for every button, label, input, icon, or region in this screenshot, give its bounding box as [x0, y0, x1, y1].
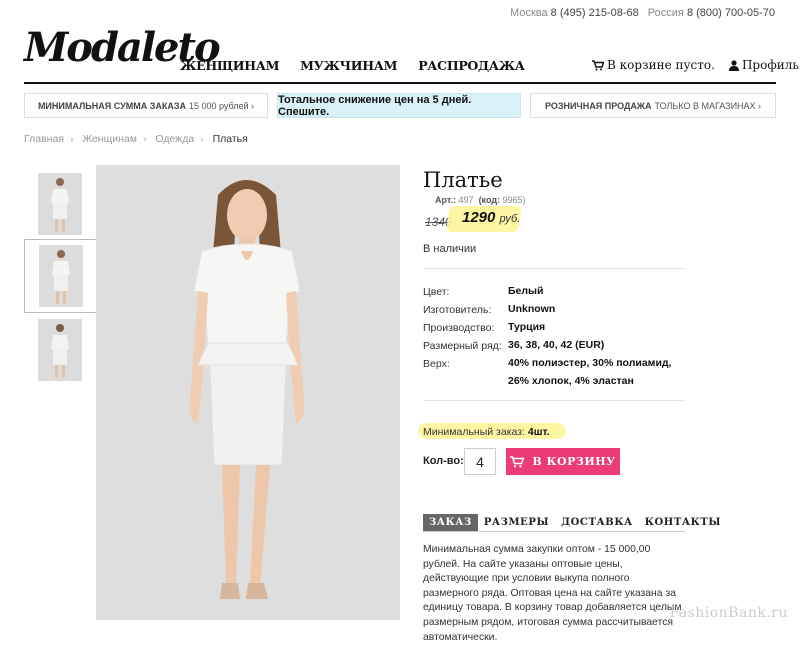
- spec-value-maker: Unknown: [508, 303, 556, 315]
- watermark: FashionBank.ru: [669, 605, 788, 621]
- code-label: (код:: [478, 195, 501, 205]
- product-main-image[interactable]: [96, 165, 400, 620]
- promo-min-sum-text: 15 000 рублей ›: [188, 100, 255, 111]
- breadcrumb-separator: ›: [142, 133, 147, 145]
- promo-sale-banner[interactable]: Тотальное снижение цен на 5 дней. Спешит…: [277, 93, 521, 118]
- spec-label-maker: Изготовитель:: [423, 304, 492, 316]
- thumbnail-image: [38, 245, 83, 307]
- header-divider: [24, 82, 776, 84]
- min-order-label: Минимальный заказ:: [423, 426, 525, 438]
- breadcrumb-separator: ›: [69, 133, 74, 145]
- product-thumbnail-2[interactable]: [24, 239, 97, 313]
- spec-value-origin: Турция: [508, 321, 546, 333]
- breadcrumb-current: Платья: [212, 133, 248, 145]
- cart-link[interactable]: В корзине пусто.: [592, 58, 715, 72]
- article-value: 497: [458, 195, 474, 205]
- quantity-input[interactable]: 4: [464, 448, 496, 475]
- product-article: Арт.: 497 (код: 9965): [435, 195, 526, 205]
- promo-retail-text: ТОЛЬКО В МАГАЗИНАХ ›: [654, 100, 762, 111]
- thumbnail-image: [38, 173, 82, 235]
- cart-icon: [510, 455, 525, 467]
- spec-value-material: 40% полиэстер, 30% полиамид,: [508, 357, 672, 369]
- russia-label: Россия: [647, 7, 684, 19]
- tab-contacts[interactable]: КОНТАКТЫ: [639, 514, 727, 531]
- quantity-label: Кол-во:: [423, 455, 464, 467]
- breadcrumb-home[interactable]: Главная: [24, 133, 64, 145]
- promo-retail-title: РОЗНИЧНАЯ ПРОДАЖА: [544, 100, 652, 111]
- article-label: Арт.:: [435, 195, 456, 205]
- nav-women[interactable]: ЖЕНЩИНАМ: [180, 58, 279, 73]
- header-user-area: В корзине пусто. Профиль: [592, 58, 799, 72]
- spec-label-color: Цвет:: [423, 286, 450, 298]
- breadcrumb-clothing[interactable]: Одежда: [155, 133, 194, 145]
- product-thumbnail-3[interactable]: [31, 313, 89, 387]
- spec-label-material: Верх:: [423, 358, 450, 370]
- spec-value-color: Белый: [508, 285, 544, 297]
- breadcrumb-women[interactable]: Женщинам: [82, 133, 137, 145]
- divider: [423, 400, 685, 401]
- price-currency: руб.: [499, 213, 521, 225]
- divider: [423, 268, 685, 269]
- product-title: Платье: [423, 168, 503, 192]
- breadcrumb-separator: ›: [200, 133, 204, 145]
- moscow-phone[interactable]: 8 (495) 215-08-68: [551, 7, 639, 19]
- spec-label-sizes: Размерный ряд:: [423, 340, 502, 352]
- tab-sizes[interactable]: РАЗМЕРЫ: [478, 514, 555, 531]
- moscow-label: Москва: [510, 7, 548, 19]
- min-order-value: 4шт.: [527, 426, 550, 438]
- spec-label-origin: Производство:: [423, 322, 495, 334]
- price-value: 1290: [462, 209, 496, 226]
- spec-value-sizes: 36, 38, 40, 42 (EUR): [508, 339, 605, 351]
- promo-min-sum[interactable]: МИНИМАЛЬНАЯ СУММА ЗАКАЗА 15 000 рублей ›: [24, 93, 268, 118]
- current-price: 1290 руб.: [462, 209, 520, 226]
- thumbnail-image: [38, 319, 82, 381]
- russia-phone[interactable]: 8 (800) 700-05-70: [687, 7, 775, 19]
- tab-content-text: Минимальная сумма закупки оптом - 15 000…: [423, 544, 682, 643]
- code-value: 9965): [502, 195, 526, 205]
- breadcrumb: Главная › Женщинам › Одежда › Платья: [24, 133, 248, 145]
- cart-status: В корзине пусто.: [607, 58, 715, 72]
- user-icon: [728, 59, 739, 71]
- promo-retail[interactable]: РОЗНИЧНАЯ ПРОДАЖА ТОЛЬКО В МАГАЗИНАХ ›: [530, 93, 776, 118]
- tab-delivery[interactable]: ДОСТАВКА: [555, 514, 639, 531]
- main-nav: ЖЕНЩИНАМ МУЖЧИНАМ РАСПРОДАЖА: [180, 58, 525, 73]
- add-to-cart-button[interactable]: В КОРЗИНУ: [506, 448, 620, 475]
- profile-label: Профиль: [741, 58, 799, 72]
- stock-status: В наличии: [423, 243, 477, 255]
- cart-icon: [592, 59, 604, 70]
- nav-men[interactable]: МУЖЧИНАМ: [300, 58, 397, 73]
- spec-value-material-cont: 26% хлопок, 4% эластан: [508, 375, 634, 387]
- tabs-underline: [423, 531, 685, 532]
- nav-sale[interactable]: РАСПРОДАЖА: [418, 58, 525, 73]
- tab-order[interactable]: ЗАКАЗ: [423, 514, 478, 531]
- promo-min-sum-title: МИНИМАЛЬНАЯ СУММА ЗАКАЗА: [37, 100, 186, 111]
- add-to-cart-label: В КОРЗИНУ: [532, 455, 616, 468]
- info-tabs: ЗАКАЗ РАЗМЕРЫ ДОСТАВКА КОНТАКТЫ: [423, 514, 727, 531]
- product-thumbnail-1[interactable]: [31, 167, 89, 241]
- min-order: Минимальный заказ: 4шт.: [423, 426, 550, 438]
- contact-bar: Москва 8 (495) 215-08-68 Россия 8 (800) …: [504, 7, 775, 19]
- profile-link[interactable]: Профиль: [728, 58, 799, 72]
